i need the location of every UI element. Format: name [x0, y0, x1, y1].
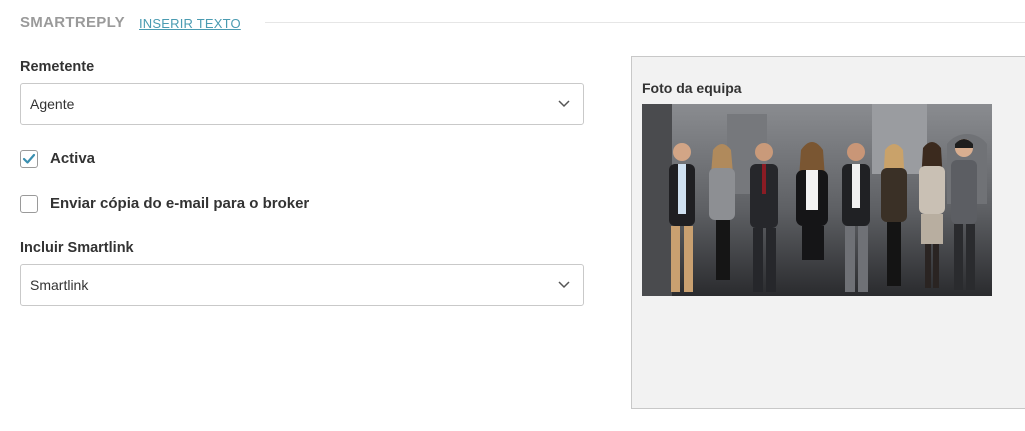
- section-title: SMARTREPLY: [20, 14, 125, 31]
- active-checkbox[interactable]: [20, 150, 38, 168]
- chevron-down-icon: [558, 281, 570, 289]
- section-header: SMARTREPLY INSERIR TEXTO: [20, 14, 1025, 34]
- smartlink-label: Incluir Smartlink: [20, 240, 134, 256]
- smartlink-select[interactable]: Smartlink: [20, 264, 584, 306]
- preview-title: Foto da equipa: [642, 80, 742, 96]
- chevron-down-icon: [558, 100, 570, 108]
- checkmark-icon: [22, 153, 36, 164]
- preview-panel: Foto da equipa: [631, 56, 1025, 409]
- team-photo: [642, 104, 992, 296]
- active-checkbox-label: Activa: [50, 150, 96, 167]
- insert-text-link[interactable]: INSERIR TEXTO: [139, 16, 241, 31]
- copy-broker-checkbox-label: Enviar cópia do e-mail para o broker: [50, 195, 310, 212]
- copy-broker-checkbox[interactable]: [20, 195, 38, 213]
- smartlink-select-value: Smartlink: [30, 277, 89, 293]
- sender-label: Remetente: [20, 59, 95, 75]
- header-divider: [265, 22, 1025, 23]
- sender-select-value: Agente: [30, 96, 75, 112]
- sender-select[interactable]: Agente: [20, 83, 584, 125]
